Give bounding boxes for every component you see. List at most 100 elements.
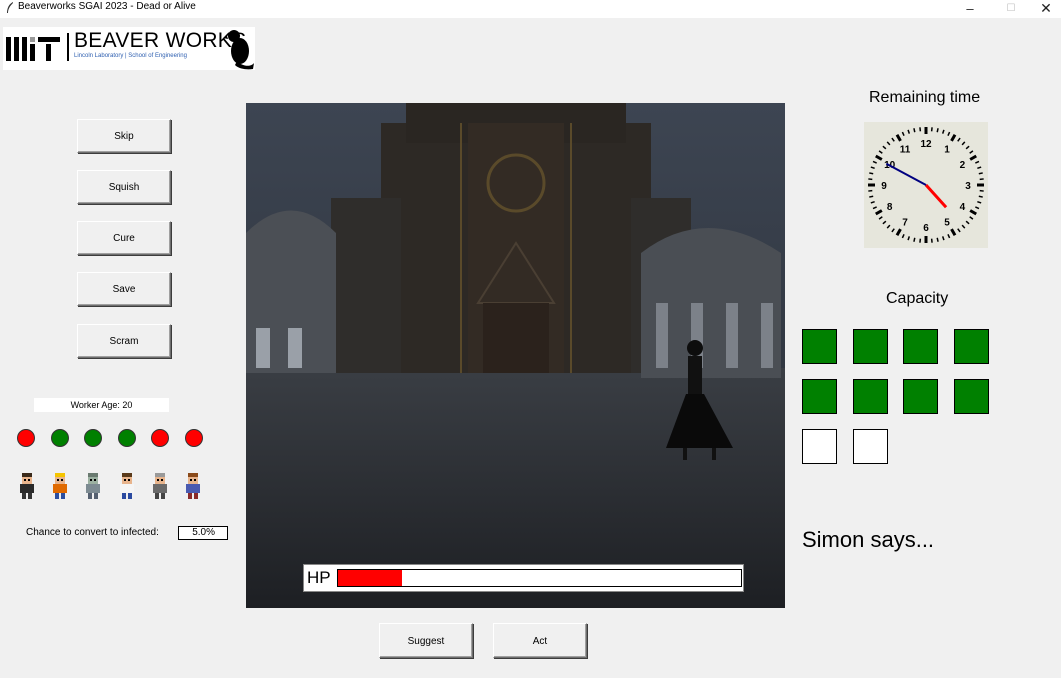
clock-tick [969,150,974,154]
clock-tick [950,228,957,236]
hp-fill [338,570,403,586]
clock-tick [961,224,966,229]
simon-says-text: Simon says... [802,527,935,552]
clock-tick [969,154,977,161]
clock-number: 4 [960,202,966,213]
scram-button[interactable]: Scram [77,324,171,358]
save-button[interactable]: Save [77,272,171,306]
man-in-suit-icon [16,472,38,500]
clock-tick [977,166,982,170]
capacity-title: Capacity [886,290,949,307]
clock-tick [870,200,875,204]
squish-button[interactable]: Squish [77,170,171,204]
infection-chance-label: Chance to convert to infected: [26,527,159,538]
hp-label: HP [307,568,331,587]
clock-tick [886,141,891,146]
clock-tick [872,206,877,210]
clock-tick [895,228,902,236]
remaining-time-clock: 121234567891011 [864,122,988,248]
zombie-icon [82,472,104,500]
clock-tick [895,134,902,142]
capacity-slot-filled [954,329,989,364]
clock-tick [941,236,945,241]
clock-tick [957,137,961,142]
capacity-slot-filled [853,379,888,414]
cure-button[interactable]: Cure [77,221,171,255]
clock-number: 2 [960,160,966,171]
capacity-slot-filled [903,329,938,364]
clock-tick [950,134,957,142]
scene-illustration [246,103,785,608]
game-scene [246,103,785,608]
clock-tick [936,128,939,133]
clock-tick [936,237,939,242]
worker-status-dot [118,429,136,447]
clock-number: 8 [887,202,893,213]
clock-tick [891,228,895,233]
logo-brand-text: BEAVER WORKS [74,29,247,52]
clock-tick [978,172,983,175]
act-button[interactable]: Act [493,623,587,658]
beaver-icon [223,30,254,70]
clock-minute-hand [885,162,927,186]
window-title: Beaverworks SGAI 2023 - Dead or Alive [18,1,196,12]
clock-number: 9 [881,181,887,192]
suggest-button[interactable]: Suggest [379,623,473,658]
clock-tick [907,236,911,241]
clock-tick [901,234,905,239]
clock-tick [975,160,980,164]
clock-tick [878,216,883,220]
clock-tick [875,154,883,161]
clock-tick [870,166,875,170]
old-person-icon [149,472,171,500]
clock-tick [965,145,970,150]
clock-tick [978,195,983,198]
logo-subtitle: Lincoln Laboratory | School of Engineeri… [74,53,187,59]
capacity-slot-filled [954,379,989,414]
clock-tick [878,150,883,154]
clock-tick [969,209,977,216]
woman-icon [182,472,204,500]
clock-tick [969,216,974,220]
clock-tick [975,206,980,210]
logo-divider [67,33,69,61]
clock-tick [961,141,966,146]
clock-tick [957,228,961,233]
title-bar: Beaverworks SGAI 2023 - Dead or Alive – … [0,0,1061,18]
infection-chance-value: 5.0% [178,526,228,540]
maximize-button[interactable]: ☐ [996,0,1026,18]
clock-tick [901,131,905,136]
clock-number: 12 [920,139,932,150]
remaining-time-title: Remaining time [869,89,981,106]
clock-tick [869,172,874,175]
clock-tick [907,129,911,134]
worker-status-dot [151,429,169,447]
feather-icon [7,2,13,13]
clock-tick [872,160,877,164]
clock-tick [947,234,951,239]
minimize-button[interactable]: – [955,0,985,18]
clock-tick [891,137,895,142]
clock-tick [875,209,883,216]
capacity-slot-filled [802,379,837,414]
clock-number: 6 [923,223,929,234]
construction-worker-icon [49,472,71,500]
clock-tick [965,220,970,225]
worker-status-dot [51,429,69,447]
close-button[interactable]: ✕ [1031,0,1061,18]
worker-age-label: Worker Age: 20 [34,398,169,412]
skip-button[interactable]: Skip [77,119,171,153]
clock-hour-hand [924,183,948,209]
clock-number: 1 [944,145,950,156]
capacity-slot-empty [853,429,888,464]
doctor-icon [116,472,138,500]
capacity-slot-filled [802,329,837,364]
clock-tick [947,131,951,136]
clock-tick [886,224,891,229]
clock-tick [882,220,887,225]
clock-number: 7 [902,217,908,228]
clock-face: 121234567891011 [868,127,984,243]
clock-tick [941,129,945,134]
capacity-slot-filled [903,379,938,414]
clock-number: 11 [900,145,911,156]
